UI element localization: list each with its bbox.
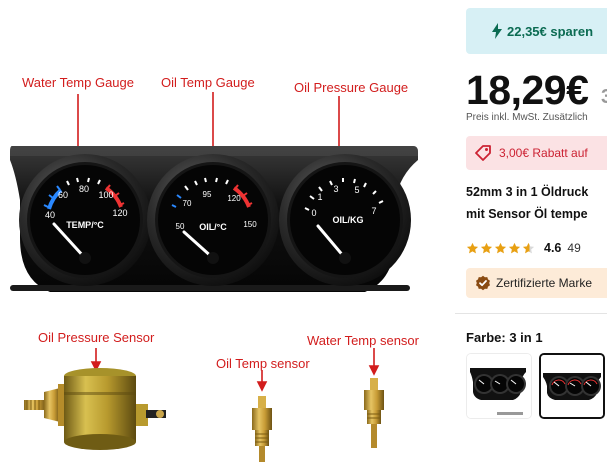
label-oil-temp-sensor: Oil Temp sensor [216, 356, 310, 371]
verified-text: Zertifizierte Marke [496, 276, 593, 290]
star-icon [466, 242, 479, 253]
savings-text: 22,35€ sparen [507, 23, 594, 39]
oil-temp-sensor-shape [252, 396, 272, 462]
gauge-name: OIL/°C [199, 222, 227, 232]
gauge-tick-label: 80 [79, 184, 89, 194]
divider [455, 313, 607, 314]
verified-brand-badge[interactable]: Zertifizierte Marke [466, 268, 607, 298]
star-half-icon [522, 242, 535, 253]
gauge-tick-label: 5 [354, 185, 359, 195]
swatch-thumbnail-image [467, 354, 531, 418]
product-info-panel: 22,35€ sparen 18,29€ 3 Preis inkl. MwSt.… [455, 0, 607, 467]
label-oil-pressure-gauge: Oil Pressure Gauge [294, 80, 409, 95]
verified-check-icon [476, 275, 490, 291]
gauge-tick-label: 100 [98, 190, 113, 200]
gauge-name: OIL/KG [333, 215, 364, 225]
gauge-tick-label: 50 [176, 222, 185, 231]
product-title-line-2: mit Sensor Öl tempe [466, 207, 588, 221]
star-icon [508, 242, 521, 253]
gauge-tick-label: 60 [58, 190, 68, 200]
color-swatch-option-2-selected[interactable] [539, 353, 605, 419]
discount-badge[interactable]: 3,00€ Rabatt auf [466, 136, 607, 170]
star-icon [480, 242, 493, 253]
gauge-tick-label: 3 [333, 184, 338, 194]
gauge-tick-label: 70 [183, 199, 192, 208]
color-swatch-option-1[interactable] [466, 353, 532, 419]
gauge-tick-label: 1 [317, 192, 322, 202]
rating-row[interactable]: 4.6 49 [466, 241, 581, 255]
product-image[interactable]: 40 60 80 100 120 TEMP/°C 50 70 95 120 15… [0, 0, 455, 467]
rating-value: 4.6 [544, 241, 562, 255]
rating-stars [466, 242, 535, 255]
swatch-thumbnail-image [541, 355, 603, 417]
water-temp-sensor-shape [364, 378, 384, 448]
gauge-tick-label: 0 [311, 208, 316, 218]
gauge-name: TEMP/°C [66, 220, 104, 230]
gauge-tick-label: 120 [112, 208, 127, 218]
current-price: 18,29€ [466, 67, 589, 113]
oil-pressure-sensor-shape [24, 368, 166, 450]
product-title-line-1: 52mm 3 in 1 Öldruck [466, 185, 589, 199]
discount-text: 3,00€ Rabatt auf [499, 146, 588, 160]
price-tag-icon [475, 145, 491, 161]
gauge-tick-label: 120 [227, 194, 241, 203]
gauge-tick-label: 40 [45, 210, 55, 220]
label-water-temp-sensor: Water Temp sensor [307, 333, 419, 348]
gauge-tick-label: 150 [243, 220, 257, 229]
tax-note: Preis inkl. MwSt. Zusätzlich [466, 112, 588, 123]
gauge-tick-label: 7 [371, 206, 376, 216]
label-oil-temp-gauge: Oil Temp Gauge [161, 75, 255, 90]
rating-count: 49 [567, 241, 581, 255]
label-oil-pressure-sensor: Oil Pressure Sensor [38, 330, 155, 345]
color-label: Farbe: 3 in 1 [466, 330, 543, 345]
gauge-tick-label: 95 [203, 190, 212, 199]
label-water-temp-gauge: Water Temp Gauge [22, 75, 134, 90]
gauge-kit-illustration: 40 60 80 100 120 TEMP/°C 50 70 95 120 15… [10, 92, 418, 462]
lightning-tag-icon [492, 23, 502, 39]
old-price: 3 [601, 86, 607, 108]
savings-banner: 22,35€ sparen [466, 8, 607, 54]
star-icon [494, 242, 507, 253]
